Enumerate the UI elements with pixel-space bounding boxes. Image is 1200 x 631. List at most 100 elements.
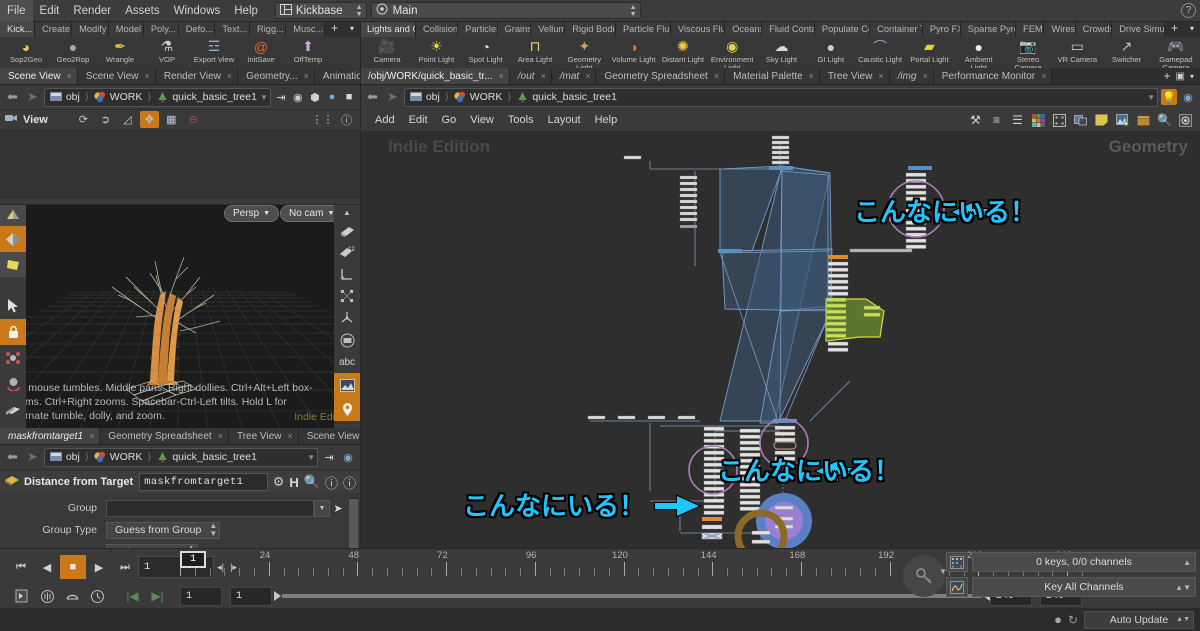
image-add-icon[interactable] (1114, 112, 1131, 129)
shelf-tab-rigid-bodies[interactable]: Rigid Bodies (565, 22, 616, 37)
pane-tab-material-palette[interactable]: Material Palette × (725, 68, 820, 84)
select-arrow-icon[interactable]: ➲ (96, 111, 115, 128)
pane-tab-tree-view[interactable]: Tree View × (228, 428, 299, 444)
breadcrumb-obj[interactable]: obj (47, 451, 83, 463)
hierarchy-icon[interactable]: ≡ (988, 112, 1005, 129)
add-shelf-tab-button[interactable]: + (1165, 22, 1184, 37)
chevron-down-icon[interactable]: ▼ (314, 499, 330, 517)
abc-icon[interactable]: abc (334, 351, 360, 373)
shelf-tab-container-t[interactable]: Container T... (870, 22, 923, 37)
pane-tab-out[interactable]: /out × (509, 68, 552, 84)
shelf-tool-sop2geo[interactable]: ◕ Sop2Geo (3, 37, 49, 64)
pan-icon[interactable]: ◿ (118, 111, 137, 128)
stop-icon[interactable]: ■ (60, 555, 86, 579)
refresh-icon[interactable]: ↻ (1068, 613, 1078, 627)
pane-menu-icon[interactable]: ▾ (1190, 72, 1194, 81)
close-icon[interactable]: × (809, 68, 814, 85)
disable-icon[interactable]: ⊖ (184, 111, 203, 128)
shelf-tool-caustic-light[interactable]: ⌒ Caustic Light (856, 37, 904, 64)
pane-tab-render-view[interactable]: Render View × (155, 68, 239, 85)
shelf-tool-sky-light[interactable]: ☁ Sky Light (757, 37, 805, 64)
shelf-tab-modify[interactable]: Modify (72, 22, 109, 37)
breadcrumb-work[interactable]: WORK (91, 91, 146, 103)
time-icon[interactable] (85, 585, 110, 607)
network-menu-tools[interactable]: Tools (501, 109, 541, 131)
pane-tab-obj-work-quick-basic-tr[interactable]: /obj/WORK/quick_basic_tr... × (360, 68, 510, 84)
range-track[interactable] (282, 594, 982, 598)
range-end-icon[interactable]: ▶| (145, 585, 170, 607)
select-tool-icon[interactable] (0, 293, 26, 319)
image-plane-icon[interactable] (334, 373, 360, 397)
handle-icon[interactable]: ✥ (139, 111, 159, 128)
path-field[interactable]: obj ⟩ WORK ⟩ quick_basic_tree1 ▼ (43, 447, 318, 467)
shelf-tab-oceans[interactable]: Oceans (725, 22, 763, 37)
shelf-tool-point-light[interactable]: ☀ Point Light (412, 37, 460, 64)
shelf-tool-camera[interactable]: 🎥 Camera (363, 37, 411, 64)
shelf-tool-gamepad-camera[interactable]: 🎮 Gamepad Camera (1152, 37, 1200, 68)
shelf-tool-portal-light[interactable]: ▰ Portal Light (905, 37, 953, 64)
tumble-icon[interactable]: ⟳ (74, 111, 93, 128)
jump-start-icon[interactable]: ⏮ (8, 555, 34, 579)
target-icon[interactable]: ◉ (291, 89, 305, 105)
shelf-tool-switcher[interactable]: ↗ Switcher (1102, 37, 1150, 64)
maximize-pane-icon[interactable]: ▣ (1176, 71, 1185, 82)
big-key-icon[interactable] (903, 555, 945, 597)
shelf-tab-create[interactable]: Create (35, 22, 73, 37)
shelf-tab-crowds[interactable]: Crowds (1075, 22, 1113, 37)
shelf-tool-offtemp[interactable]: ⬆ OffTemp (285, 37, 331, 64)
chevron-down-icon[interactable]: ▼ (1147, 93, 1155, 102)
close-icon[interactable]: × (878, 68, 883, 85)
pane-tab-maskfromtarget1[interactable]: maskfromtarget1 × (0, 428, 101, 444)
pane-tab-geometry-spreadsheet[interactable]: Geometry Spreadsheet × (100, 428, 229, 444)
shelf-tool-geo2rop[interactable]: ● Geo2Rop (50, 37, 96, 64)
breadcrumb-work[interactable]: WORK (451, 91, 506, 103)
range-start-icon[interactable]: |◀ (120, 585, 145, 607)
forward-arrow-icon[interactable]: ➤ (24, 89, 41, 105)
target-icon[interactable]: ◉ (1180, 89, 1196, 105)
shelf-tool-export-view[interactable]: ☲ Export View (191, 37, 237, 64)
pane-tab-geometry[interactable]: Geometry... × (238, 68, 315, 84)
keys-status-label[interactable]: 0 keys, 0/0 channels ▲ (972, 552, 1196, 572)
close-icon[interactable]: × (227, 68, 232, 85)
param-input[interactable] (106, 499, 314, 517)
network-menu-add[interactable]: Add (368, 109, 402, 131)
shelf-tab-fluid-conta[interactable]: Fluid Conta... (762, 22, 815, 37)
shelf-tool-vr-camera[interactable]: ▭ VR Camera (1053, 37, 1101, 64)
color-palette-icon[interactable] (1030, 112, 1047, 129)
chevron-down-icon[interactable]: ▼ (260, 93, 268, 102)
up-arrow-icon[interactable]: ▲ (334, 205, 360, 219)
key-scope-icon[interactable] (10, 585, 35, 607)
group-picker-icon[interactable]: ➤ (330, 500, 346, 517)
shelf-tool-area-light[interactable]: ⊓ Area Light (511, 37, 559, 64)
shelf-tool-initsave[interactable]: @ InitSave (238, 37, 284, 64)
angle-measure-icon[interactable] (334, 263, 360, 285)
auto-update-selector[interactable]: Auto Update ▲▼ (1084, 610, 1194, 629)
node-name-input[interactable]: maskfromtarget1 (139, 473, 268, 491)
network-menu-edit[interactable]: Edit (402, 109, 435, 131)
bounds-icon[interactable] (334, 285, 360, 307)
shelf-tool-ambient-light[interactable]: ● Ambient Light (955, 37, 1003, 69)
range-start-input[interactable]: 1 (180, 586, 222, 606)
shelf-menu-icon[interactable]: ▾ (1184, 22, 1200, 37)
grid-icon[interactable] (1051, 112, 1068, 129)
view-quad-icon[interactable]: ▦ (162, 111, 181, 128)
shelf-tool-environment-light[interactable]: ◉ Environment Light (708, 37, 756, 68)
chevron-down-icon[interactable]: ▼ (307, 453, 315, 462)
shelf-tab-musc[interactable]: Musc... (286, 22, 325, 37)
search-icon[interactable]: 🔍 (304, 474, 320, 490)
shelf-tab-rigg[interactable]: Rigg... (250, 22, 287, 37)
menu-render[interactable]: Render (66, 0, 118, 22)
snapshot-icon[interactable] (1072, 112, 1089, 129)
pane-tab-mat[interactable]: /mat × (551, 68, 597, 84)
shelf-tab-model[interactable]: Model (108, 22, 144, 37)
shelf-tab-wires[interactable]: Wires (1044, 22, 1076, 37)
shelf-tool-distant-light[interactable]: ✺ Distant Light (659, 37, 707, 64)
gear-icon[interactable]: ⚙ (273, 474, 285, 490)
audio-icon[interactable] (35, 585, 60, 607)
shading-flat-icon[interactable] (0, 204, 26, 226)
network-canvas[interactable]: Indie Edition Geometry こんなにいる！ こんなにいる！ こ… (360, 131, 1200, 548)
shelf-tool-volume-light[interactable]: ◑ Volume Light (609, 37, 657, 64)
network-menu-go[interactable]: Go (435, 109, 464, 131)
spinner-icon[interactable]: ▲▼ (201, 522, 217, 538)
shelf-tab-drive-simul[interactable]: Drive Simul... (1112, 22, 1165, 37)
